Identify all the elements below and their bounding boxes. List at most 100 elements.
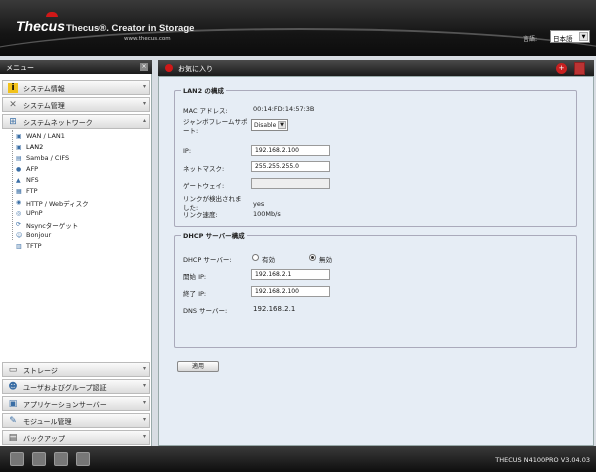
language-label: 言語: [523, 36, 538, 43]
sidebar-item-ftp[interactable]: ▦ FTP [16, 187, 38, 195]
backup-icon: ▤ [8, 433, 18, 443]
section-label: バックアップ [23, 435, 65, 443]
sidebar-item-afp[interactable]: ● AFP [16, 165, 38, 173]
network-icon: ▣ [16, 144, 22, 151]
ip-label: IP: [183, 147, 192, 155]
sync-icon: ⟳ [16, 221, 22, 228]
item-label: LAN2 [26, 143, 44, 151]
apple-icon: ● [16, 166, 22, 173]
module-icon: ✎ [9, 416, 17, 426]
logo-text: Thecus [16, 18, 66, 34]
jumbo-frame-value: Disable [254, 122, 277, 129]
chevron-down-icon: ▾ [142, 433, 146, 440]
dhcp-disable-radio[interactable] [309, 254, 316, 261]
ftp-icon: ▦ [16, 188, 22, 195]
section-label: システム管理 [23, 102, 65, 110]
section-label: ユーザおよびグループ認証 [23, 384, 107, 392]
sidebar-section-system-info[interactable]: i システム情報 ▾ [2, 80, 150, 95]
apply-button[interactable]: 適用 [177, 361, 219, 372]
menu-header: メニュー × [0, 60, 152, 74]
chevron-down-icon: ▾ [142, 399, 146, 406]
lan2-config-box: LAN2 の構成 [174, 85, 577, 227]
disk-icon[interactable] [10, 452, 24, 466]
footer: THECUS N4100PRO V3.04.03 [0, 446, 596, 472]
item-label: AFP [26, 165, 39, 173]
item-label: HTTP / Webディスク [26, 200, 89, 208]
sidebar-section-module[interactable]: ✎ モジュール管理 ▾ [2, 413, 150, 428]
tools-icon: ✕ [9, 100, 17, 110]
sidebar-item-tftp[interactable]: ▥ TFTP [16, 242, 42, 250]
chevron-down-icon: ▼ [579, 32, 588, 41]
sidebar-section-users[interactable]: ☻ ユーザおよびグループ認証 ▾ [2, 379, 150, 394]
sidebar-section-system-admin[interactable]: ✕ システム管理 ▾ [2, 97, 150, 112]
lan2-title: LAN2 の構成 [183, 87, 224, 95]
dhcp-enable-radio[interactable] [252, 254, 259, 261]
storage-icon[interactable] [32, 452, 46, 466]
favorites-title: お気に入り [178, 65, 213, 73]
sidebar-section-backup[interactable]: ▤ バックアップ ▾ [2, 430, 150, 445]
ip-input[interactable]: 192.168.2.100 [251, 145, 330, 156]
language-select[interactable]: 日本語 ▼ [550, 30, 590, 43]
sidebar-item-upnp[interactable]: ◎ UPnP [16, 209, 43, 217]
storage-icon: ▭ [8, 365, 18, 375]
section-label: システムネットワーク [23, 119, 93, 127]
link-detected-label: リンクが検出されました: [183, 195, 242, 212]
main-content: LAN2 の構成 MAC アドレス: 00:14:FD:14:57:3B ジャン… [158, 76, 594, 446]
chevron-up-icon: ▴ [142, 117, 146, 124]
tree-line [12, 130, 13, 240]
dhcp-config-box: DHCP サーバー構成 [174, 230, 577, 348]
netmask-label: ネットマスク: [183, 165, 225, 173]
sidebar-item-http[interactable]: ◉ HTTP / Webディスク [16, 198, 89, 208]
netmask-input[interactable]: 255.255.255.0 [251, 161, 330, 172]
sidebar-section-storage[interactable]: ▭ ストレージ ▾ [2, 362, 150, 377]
chevron-down-icon: ▾ [142, 382, 146, 389]
menu-title: メニュー [6, 64, 34, 72]
info-icon: i [8, 83, 18, 93]
item-label: TFTP [26, 242, 42, 250]
start-ip-input[interactable]: 192.168.2.1 [251, 269, 330, 280]
sidebar-item-nfs[interactable]: ▲ NFS [16, 176, 39, 184]
dhcp-server-label: DHCP サーバー: [183, 256, 232, 264]
network-icon[interactable] [76, 452, 90, 466]
jumbo-frame-select[interactable]: Disable ▼ [251, 119, 288, 131]
add-favorite-icon[interactable]: + [556, 63, 567, 74]
gateway-input[interactable] [251, 178, 330, 189]
folder-icon: ▤ [16, 155, 22, 162]
favorites-bar: お気に入り [158, 60, 594, 76]
section-label: アプリケーションサーバー [23, 401, 107, 409]
close-icon[interactable]: × [140, 63, 148, 71]
sidebar: i システム情報 ▾ ✕ システム管理 ▾ ⊞ システムネットワーク ▴ ▣ WA… [0, 74, 152, 446]
dhcp-disable-label: 無効 [319, 256, 332, 264]
sidebar-item-nsync[interactable]: ⟳ Nsyncターゲット [16, 220, 78, 230]
section-label: ストレージ [23, 367, 58, 375]
bonjour-icon: ☺ [16, 232, 23, 239]
website-url: www.thecus.com [124, 36, 171, 42]
start-ip-label: 開始 IP: [183, 273, 207, 281]
mac-value: 00:14:FD:14:57:3B [253, 105, 315, 113]
item-label: UPnP [26, 209, 43, 217]
network-icon: ⊞ [9, 117, 17, 127]
language-value: 日本語 [553, 35, 573, 43]
sidebar-item-bonjour[interactable]: ☺ Bonjour [16, 231, 51, 239]
web-icon: ◉ [16, 199, 22, 206]
tagline: Thecus®. Creator in Storage [66, 23, 195, 34]
end-ip-input[interactable]: 192.168.2.100 [251, 286, 330, 297]
mac-label: MAC アドレス: [183, 107, 228, 115]
end-ip-label: 終了 IP: [183, 290, 207, 298]
sidebar-item-lan2[interactable]: ▣ LAN2 [16, 143, 43, 151]
linux-icon: ▲ [16, 177, 21, 184]
logo-accent [46, 12, 58, 17]
dhcp-title: DHCP サーバー構成 [183, 232, 245, 240]
tftp-icon: ▥ [16, 243, 22, 250]
globe-icon[interactable] [54, 452, 68, 466]
item-label: Bonjour [26, 231, 52, 239]
link-speed-label: リンク速度: [183, 211, 218, 219]
logout-icon[interactable] [574, 62, 585, 75]
section-label: モジュール管理 [23, 418, 72, 426]
sidebar-item-wan-lan1[interactable]: ▣ WAN / LAN1 [16, 132, 65, 140]
sidebar-item-samba[interactable]: ▤ Samba / CIFS [16, 154, 69, 162]
users-icon: ☻ [8, 382, 18, 392]
sidebar-section-system-network[interactable]: ⊞ システムネットワーク ▴ [2, 114, 150, 129]
heart-icon [165, 64, 173, 72]
sidebar-section-application[interactable]: ▣ アプリケーションサーバー ▾ [2, 396, 150, 411]
